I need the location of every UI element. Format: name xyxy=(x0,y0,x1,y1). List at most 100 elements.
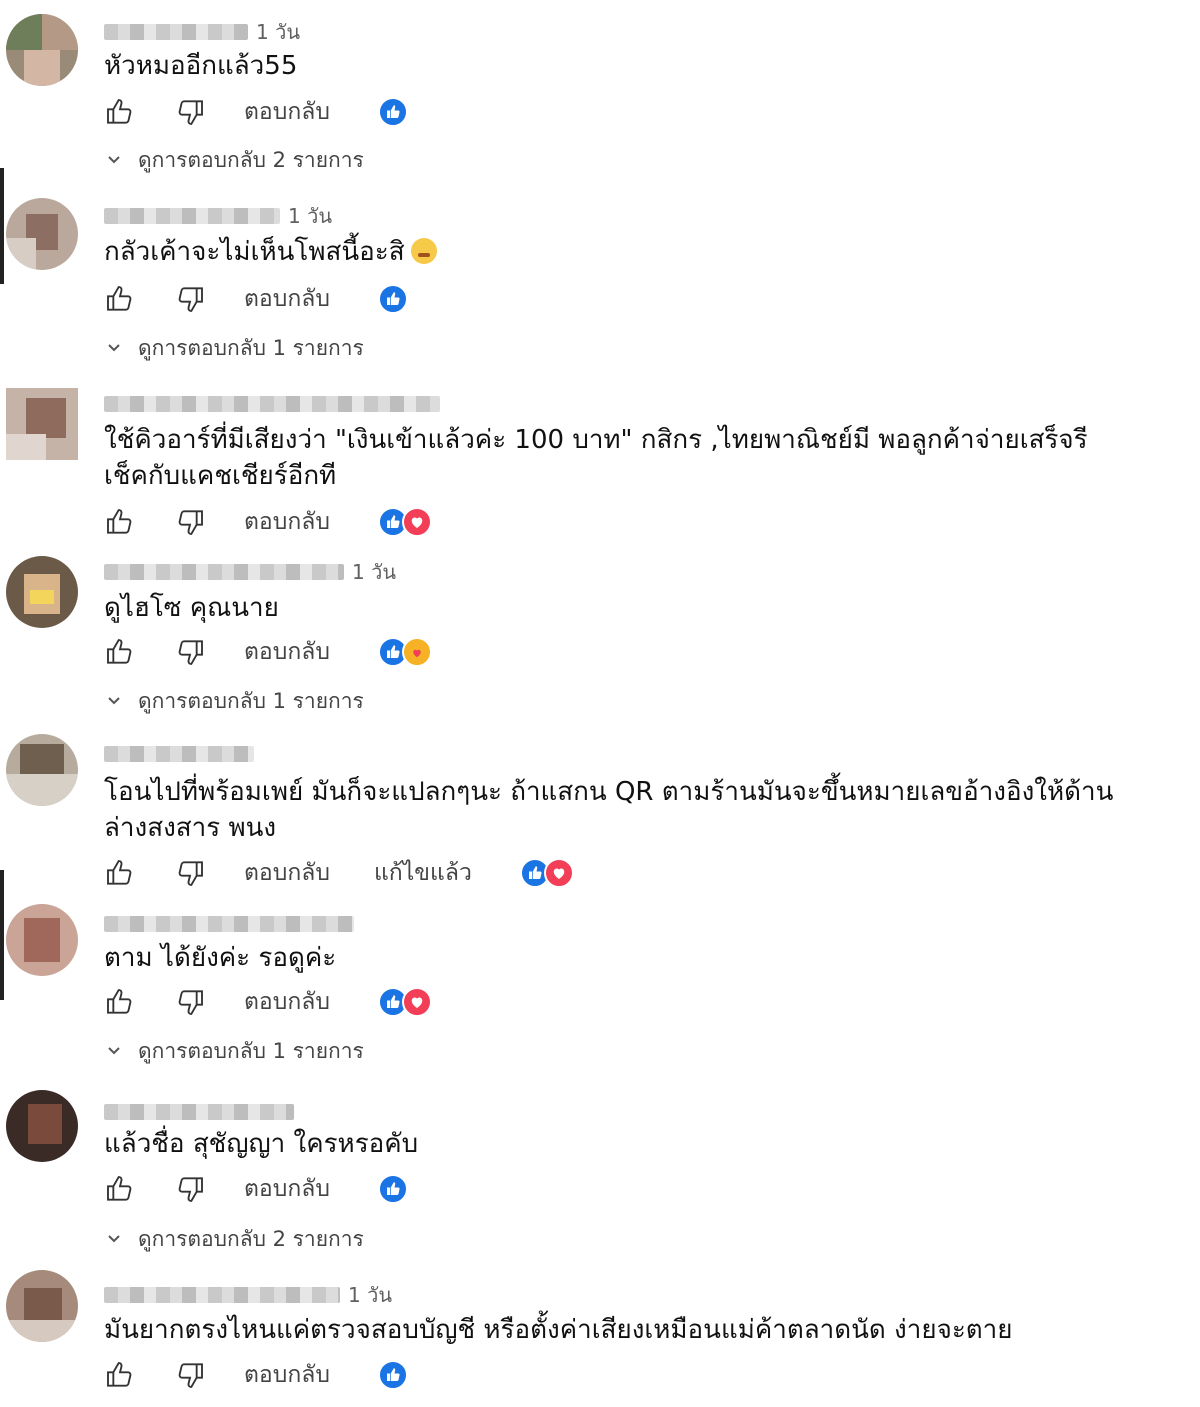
view-replies-button[interactable]: ดูการตอบกลับ 1 รายการ xyxy=(104,333,364,363)
comment-meta: 1 วัน xyxy=(104,1281,392,1309)
dislike-button[interactable] xyxy=(170,853,210,893)
reactions[interactable] xyxy=(377,637,432,667)
thumbs-down-icon xyxy=(178,510,203,535)
comment-text: กลัวเค้าจะไม่เห็นโพสนี้อะสิ xyxy=(104,234,1130,270)
dislike-button[interactable] xyxy=(170,632,210,672)
comment-meta xyxy=(104,390,440,418)
dislike-button[interactable] xyxy=(170,279,210,319)
chevron-down-icon xyxy=(108,1235,120,1243)
comment-actions: ตอบกลับ xyxy=(100,277,408,321)
view-replies-button[interactable]: ดูการตอบกลับ 1 รายการ xyxy=(104,686,364,716)
comment-meta: 1 วัน xyxy=(104,18,300,46)
thumbs-up-icon xyxy=(107,99,132,124)
comment-actions: ตอบกลับ xyxy=(100,90,408,134)
thumbs-down-icon xyxy=(178,1363,203,1388)
avatar[interactable] xyxy=(6,734,78,806)
reactions[interactable] xyxy=(377,1360,408,1390)
comment-text: ใช้คิวอาร์ที่มีเสียงว่า "เงินเข้าแล้วค่ะ… xyxy=(104,425,1088,491)
reactions[interactable] xyxy=(377,987,432,1017)
comment-time: 1 วัน xyxy=(348,1283,392,1307)
reply-button[interactable]: ตอบกลับ xyxy=(244,984,330,1020)
comment-actions: ตอบกลับ xyxy=(100,1167,408,1211)
reactions[interactable] xyxy=(377,284,408,314)
avatar[interactable] xyxy=(6,904,78,976)
thumbs-up-icon xyxy=(107,989,132,1014)
like-button[interactable] xyxy=(100,982,140,1022)
comment-actions: ตอบกลับ xyxy=(100,980,432,1024)
like-button[interactable] xyxy=(100,1169,140,1209)
reply-button[interactable]: ตอบกลับ xyxy=(244,94,330,130)
thumbs-down-icon xyxy=(178,990,203,1015)
comment-meta: 1 วัน xyxy=(104,202,332,230)
thread-line xyxy=(0,168,4,284)
comment-text: หัวหมออีกแล้ว55 xyxy=(104,51,298,81)
author-name[interactable] xyxy=(104,746,254,762)
reply-button[interactable]: ตอบกลับ xyxy=(244,1171,330,1207)
reply-button[interactable]: ตอบกลับ xyxy=(244,634,330,670)
reactions[interactable] xyxy=(519,858,574,888)
view-replies-button[interactable]: ดูการตอบกลับ 2 รายการ xyxy=(104,1224,364,1254)
like-button[interactable] xyxy=(100,1355,140,1395)
love-icon xyxy=(401,507,432,537)
like-icon xyxy=(377,1360,408,1390)
reply-button[interactable]: ตอบกลับ xyxy=(244,1357,330,1393)
avatar[interactable] xyxy=(6,1090,78,1162)
like-button[interactable] xyxy=(100,279,140,319)
thumbs-up-icon xyxy=(107,639,132,664)
reply-button[interactable]: ตอบกลับ xyxy=(244,855,330,891)
like-button[interactable] xyxy=(100,632,140,672)
like-icon xyxy=(377,284,408,314)
comment-time: 1 วัน xyxy=(288,204,332,228)
comment-time: 1 วัน xyxy=(256,20,300,44)
dislike-button[interactable] xyxy=(170,1355,210,1395)
view-replies-label: ดูการตอบกลับ 1 รายการ xyxy=(138,335,364,360)
reactions[interactable] xyxy=(377,507,432,537)
care-icon xyxy=(401,637,432,667)
author-name[interactable] xyxy=(104,1104,294,1120)
avatar[interactable] xyxy=(6,388,78,460)
comment-text: โอนไปที่พร้อมเพย์ มันก็จะแปลกๆนะ ถ้าแสกน… xyxy=(104,777,1114,843)
dislike-button[interactable] xyxy=(170,92,210,132)
like-button[interactable] xyxy=(100,853,140,893)
dislike-button[interactable] xyxy=(170,1169,210,1209)
chevron-down-icon xyxy=(108,1047,120,1055)
comment-meta xyxy=(104,910,354,938)
reply-button[interactable]: ตอบกลับ xyxy=(244,504,330,540)
thumbs-up-icon xyxy=(107,1176,132,1201)
thumbs-up-icon xyxy=(107,286,132,311)
comment-time: 1 วัน xyxy=(352,560,396,584)
like-button[interactable] xyxy=(100,92,140,132)
comment-actions: ตอบกลับ xyxy=(100,630,432,674)
like-button[interactable] xyxy=(100,502,140,542)
like-icon xyxy=(377,97,408,127)
edited-label: แก้ไขแล้ว xyxy=(373,860,472,886)
dislike-button[interactable] xyxy=(170,502,210,542)
dislike-button[interactable] xyxy=(170,982,210,1022)
chevron-down-icon xyxy=(108,697,120,705)
author-name[interactable] xyxy=(104,208,280,224)
chevron-down-icon xyxy=(108,156,120,164)
thumbs-down-icon xyxy=(178,287,203,312)
comment-text: ตาม ได้ยังค่ะ รอดูค่ะ xyxy=(104,943,337,973)
thumbs-up-icon xyxy=(107,1362,132,1387)
avatar[interactable] xyxy=(6,198,78,270)
author-name[interactable] xyxy=(104,564,344,580)
reactions[interactable] xyxy=(377,1174,408,1204)
author-name[interactable] xyxy=(104,1287,340,1303)
thumbs-down-icon xyxy=(178,640,203,665)
reactions[interactable] xyxy=(377,97,408,127)
thread-line xyxy=(0,870,4,1000)
avatar[interactable] xyxy=(6,556,78,628)
author-name[interactable] xyxy=(104,24,248,40)
author-name[interactable] xyxy=(104,916,354,932)
love-icon xyxy=(401,987,432,1017)
author-name[interactable] xyxy=(104,396,440,412)
like-icon xyxy=(377,1174,408,1204)
view-replies-button[interactable]: ดูการตอบกลับ 2 รายการ xyxy=(104,145,364,175)
avatar[interactable] xyxy=(6,1270,78,1342)
comment-meta xyxy=(104,740,254,768)
reply-button[interactable]: ตอบกลับ xyxy=(244,281,330,317)
avatar[interactable] xyxy=(6,14,78,86)
view-replies-button[interactable]: ดูการตอบกลับ 1 รายการ xyxy=(104,1036,364,1066)
comment-text: ดูไฮโซ คุณนาย xyxy=(104,593,279,623)
